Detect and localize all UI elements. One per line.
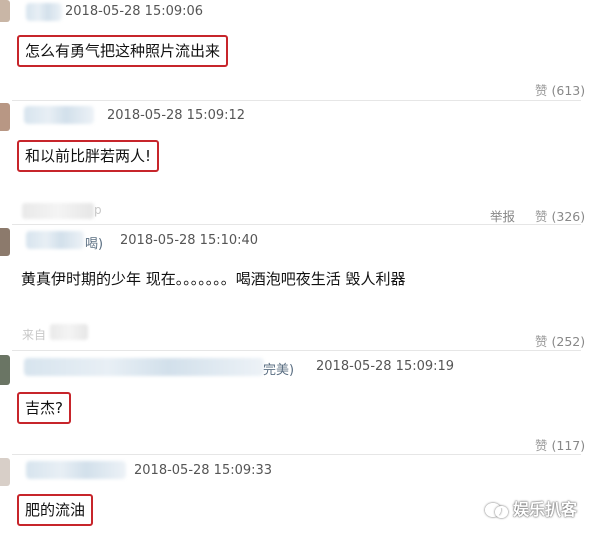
source-blurred	[22, 203, 94, 219]
like-icon: 赞	[535, 334, 548, 349]
username-suffix[interactable]: 完美)	[263, 359, 294, 378]
username-blurred[interactable]	[26, 3, 62, 21]
like-icon: 赞	[535, 209, 548, 224]
username-blurred[interactable]	[26, 231, 84, 249]
like-icon: 赞	[535, 438, 548, 453]
comment-timestamp: 2018-05-28 15:09:06	[65, 4, 204, 19]
avatar[interactable]	[0, 458, 10, 486]
avatar[interactable]	[0, 355, 10, 385]
like-count: (117)	[551, 438, 586, 453]
source-blurred	[50, 324, 88, 340]
username-blurred[interactable]	[24, 358, 264, 376]
like-icon: 赞	[535, 83, 548, 98]
divider	[12, 100, 581, 101]
divider	[12, 224, 581, 225]
comment-text: 和以前比胖若两人!	[17, 140, 160, 172]
avatar[interactable]	[0, 103, 10, 131]
comment-timestamp: 2018-05-28 15:10:40	[120, 233, 259, 248]
avatar[interactable]	[0, 0, 10, 22]
like-count: (326)	[551, 209, 586, 224]
comment-timestamp: 2018-05-28 15:09:33	[134, 463, 273, 478]
comment-timestamp: 2018-05-28 15:09:19	[316, 359, 455, 374]
watermark-text: 娱乐扒客	[512, 500, 577, 519]
like-button[interactable]: 赞 (117)	[535, 435, 585, 454]
like-button[interactable]: 赞 (252)	[535, 331, 585, 350]
report-button[interactable]: 举报	[490, 206, 515, 225]
source-label: p	[94, 203, 102, 217]
wechat-icon	[484, 501, 508, 518]
comment-text: 肥的流油	[17, 494, 94, 526]
avatar[interactable]	[0, 228, 10, 256]
username-suffix[interactable]: 喝)	[85, 233, 103, 252]
comment-timestamp: 2018-05-28 15:09:12	[107, 108, 246, 123]
like-count: (613)	[551, 83, 586, 98]
like-count: (252)	[551, 334, 586, 349]
comment-text: 吉杰?	[17, 392, 71, 424]
comment-text: 黄真伊时期的少年 现在。。。。。。。喝酒泡吧夜生活 毁人利器	[21, 270, 406, 288]
comment-text: 怎么有勇气把这种照片流出来	[17, 35, 229, 67]
watermark: 娱乐扒客	[484, 496, 577, 520]
username-blurred[interactable]	[26, 461, 126, 479]
source-label: 来自	[22, 328, 47, 342]
divider	[12, 454, 581, 455]
username-blurred[interactable]	[24, 106, 94, 124]
like-button[interactable]: 赞 (613)	[535, 80, 585, 99]
divider	[12, 350, 581, 351]
like-button[interactable]: 赞 (326)	[535, 206, 585, 225]
